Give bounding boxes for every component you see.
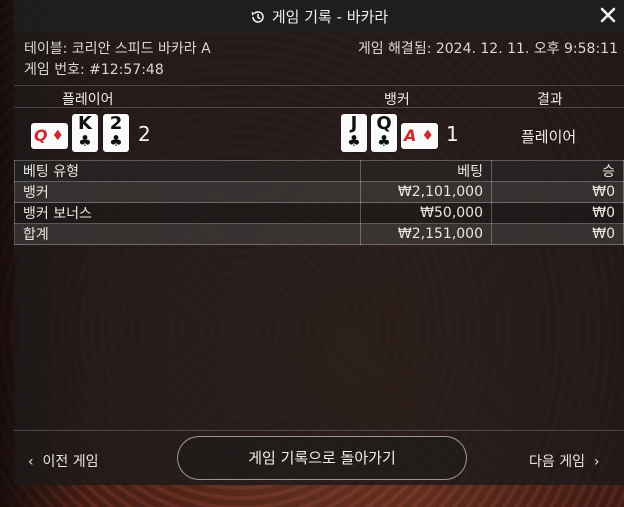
bets-table: 베팅 유형 베팅 승 뱅커 ₩2,101,000 ₩0 뱅커 보너스 ₩50,0…: [14, 160, 624, 245]
player-card-2: 2 ♣: [103, 114, 129, 152]
game-result: 플레이어: [521, 128, 577, 146]
divider: [14, 85, 624, 86]
table-name: 테이블: 코리안 스피드 바카라 A: [24, 41, 211, 57]
win-amount: ₩0: [491, 202, 624, 224]
player-score: 2: [138, 122, 151, 146]
bet-type-header: 베팅 유형: [14, 160, 361, 182]
bet-amount: ₩50,000: [360, 202, 492, 224]
footer-divider: [14, 430, 624, 431]
divider: [14, 107, 624, 108]
table-row: 합계 ₩2,151,000 ₩0: [14, 223, 624, 245]
game-resolved-time: 게임 해결됨: 2024. 12. 11. 오후 9:58:11: [357, 41, 618, 57]
banker-side-card: A ♦: [401, 123, 438, 149]
previous-game-label: 이전 게임: [42, 454, 99, 470]
bets-table-header: 베팅 유형 베팅 승: [14, 160, 624, 182]
bet-type: 뱅커 보너스: [14, 202, 361, 224]
next-game-label: 다음 게임: [529, 454, 585, 470]
bet-amount: ₩2,151,000: [360, 223, 492, 245]
bet-type: 합계: [14, 223, 361, 245]
win-amount: ₩0: [491, 223, 624, 245]
panel-title: 게임 기록 - 바카라: [14, 6, 624, 27]
history-icon: [251, 11, 264, 23]
back-to-history-button[interactable]: 게임 기록으로 돌아가기: [177, 436, 467, 480]
panel-title-text: 게임 기록 - 바카라: [271, 8, 389, 26]
table-row: 뱅커 ₩2,101,000 ₩0: [14, 181, 624, 203]
player-column-header: 플레이어: [62, 92, 114, 108]
banker-card-2: Q ♣: [371, 114, 397, 152]
table-row: 뱅커 보너스 ₩50,000 ₩0: [14, 202, 624, 224]
win-amount-header: 승: [491, 160, 624, 182]
title-bar: 게임 기록 - 바카라: [14, 0, 624, 32]
banker-card-1: J ♣: [341, 114, 367, 152]
chevron-left-icon: ‹: [28, 454, 34, 470]
close-icon[interactable]: [598, 5, 618, 25]
chevron-right-icon: ›: [593, 454, 600, 470]
banker-score: 1: [446, 122, 459, 146]
previous-game-button[interactable]: ‹ 이전 게임: [28, 451, 99, 471]
bet-type: 뱅커: [14, 181, 361, 203]
player-card-1: K ♣: [72, 114, 98, 152]
next-game-button[interactable]: 다음 게임 ›: [529, 451, 600, 471]
banker-column-header: 뱅커: [384, 92, 410, 108]
player-side-card: Q ♦: [31, 123, 68, 149]
game-number: 게임 번호: #12:57:48: [24, 62, 164, 78]
win-amount: ₩0: [491, 181, 624, 203]
result-column-header: 결과: [537, 92, 563, 108]
bet-amount-header: 베팅: [360, 160, 492, 182]
bet-amount: ₩2,101,000: [360, 181, 492, 203]
